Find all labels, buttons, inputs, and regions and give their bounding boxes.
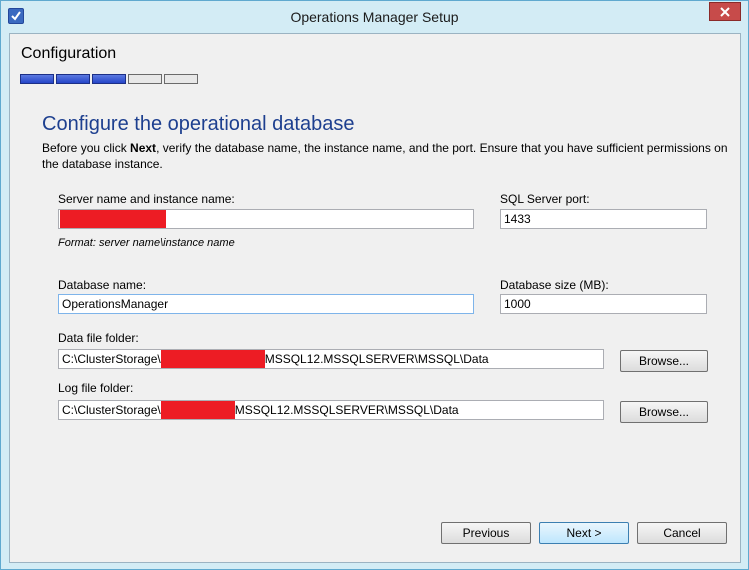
server-input[interactable] <box>58 209 474 229</box>
progress-step <box>20 74 54 84</box>
close-icon <box>720 7 730 17</box>
dbsize-input[interactable]: 1000 <box>500 294 707 314</box>
path-suffix: MSSQL12.MSSQLSERVER\MSSQL\Data <box>264 352 489 366</box>
path-prefix: C:\ClusterStorage\ <box>62 352 161 366</box>
browse-log-button[interactable]: Browse... <box>620 401 708 423</box>
main-panel: Configure the operational database Befor… <box>10 96 740 562</box>
progress-bar <box>20 74 200 84</box>
cancel-button[interactable]: Cancel <box>637 522 727 544</box>
progress-step <box>92 74 126 84</box>
previous-button[interactable]: Previous <box>441 522 531 544</box>
description-bold: Next <box>130 141 157 155</box>
port-input[interactable]: 1433 <box>500 209 707 229</box>
next-button[interactable]: Next > <box>539 522 629 544</box>
progress-step <box>56 74 90 84</box>
dbname-label: Database name: <box>58 278 147 292</box>
page-description: Before you click Next, verify the databa… <box>42 140 732 172</box>
description-text: Before you click <box>42 141 131 155</box>
datafolder-input[interactable]: C:\ClusterStorage\ MSSQL12.MSSQLSERVER\MS… <box>58 349 604 369</box>
redacted-value <box>60 210 166 228</box>
progress-step <box>128 74 162 84</box>
port-label: SQL Server port: <box>500 192 590 206</box>
path-prefix: C:\ClusterStorage\ <box>62 403 161 417</box>
dbname-input[interactable]: OperationsManager <box>58 294 474 314</box>
dbsize-label: Database size (MB): <box>500 278 609 292</box>
redacted-value <box>160 401 235 419</box>
window-title: Operations Manager Setup <box>290 9 459 25</box>
redacted-value <box>160 350 265 368</box>
section-title: Configuration <box>21 45 117 62</box>
browse-data-button[interactable]: Browse... <box>620 350 708 372</box>
close-button[interactable] <box>709 2 741 21</box>
title-bar[interactable]: Operations Manager Setup <box>1 1 748 33</box>
server-label: Server name and instance name: <box>58 192 235 206</box>
server-format-hint: Format: server name\instance name <box>58 237 235 249</box>
logfolder-input[interactable]: C:\ClusterStorage\ MSSQL12.MSSQLSERVER\MS… <box>58 400 604 420</box>
setup-window: Operations Manager Setup Configuration C… <box>0 0 749 570</box>
client-area: Configuration Configure the operational … <box>9 33 741 563</box>
page-heading: Configure the operational database <box>42 113 355 135</box>
path-suffix: MSSQL12.MSSQLSERVER\MSSQL\Data <box>234 403 459 417</box>
progress-step <box>164 74 198 84</box>
header-area: Configuration <box>10 34 740 96</box>
datafolder-label: Data file folder: <box>58 331 139 345</box>
logfolder-label: Log file folder: <box>58 381 134 395</box>
